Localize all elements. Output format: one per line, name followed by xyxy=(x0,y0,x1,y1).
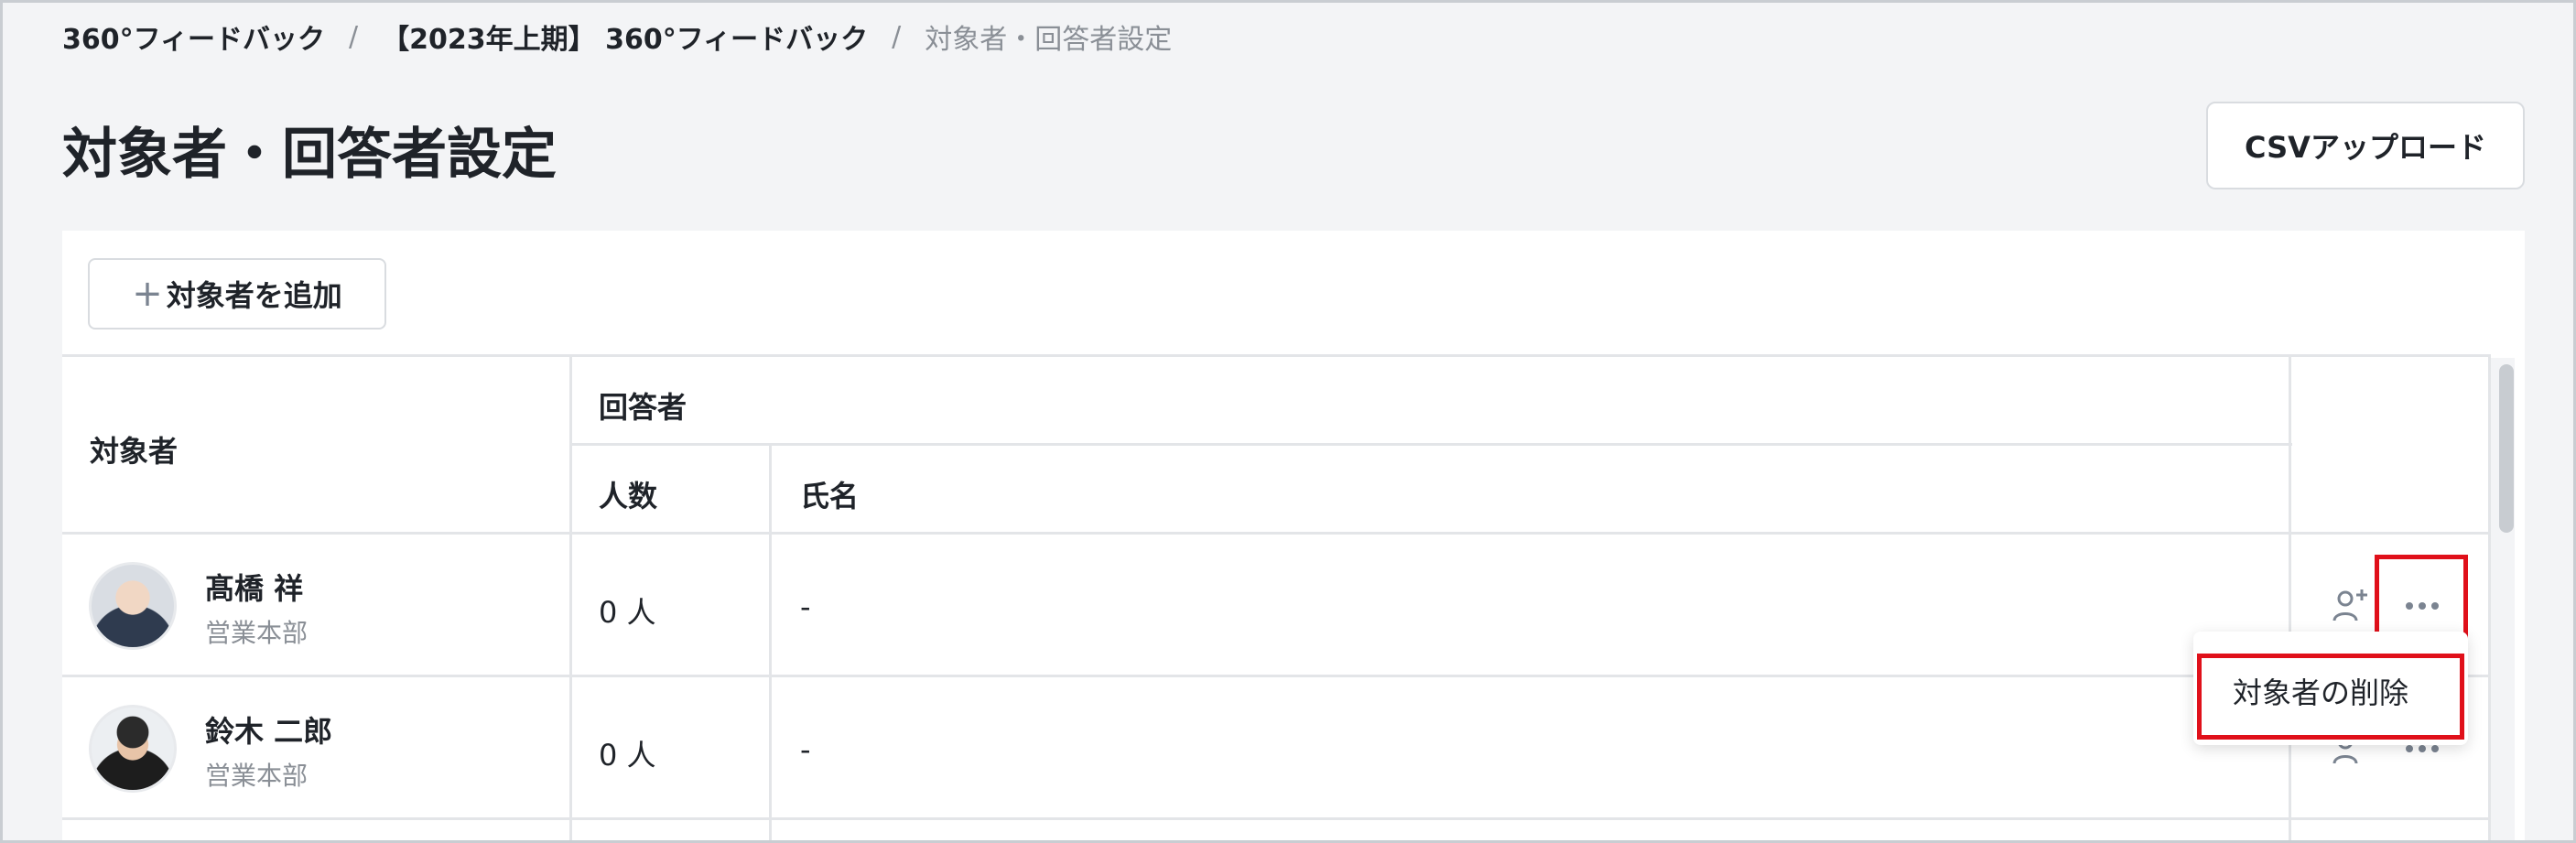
row-divider xyxy=(62,817,2490,820)
column-divider xyxy=(2289,354,2291,843)
respondent-count: 0 人 xyxy=(599,738,656,773)
csv-upload-button[interactable]: CSVアップロード xyxy=(2206,102,2525,189)
breadcrumb-separator: / xyxy=(892,20,902,53)
plus-icon: + xyxy=(132,273,163,315)
respondent-count: 0 人 xyxy=(599,595,656,630)
column-header-names: 氏名 xyxy=(800,479,860,513)
breadcrumb-link-survey[interactable]: 【2023年上期】 360°フィードバック xyxy=(382,16,868,57)
respondent-names: - xyxy=(800,732,811,767)
column-header-count: 人数 xyxy=(599,479,658,513)
target-department: 営業本部 xyxy=(205,618,308,648)
delete-target-menu-item[interactable]: 対象者の削除 xyxy=(2197,654,2464,740)
target-name[interactable]: 髙橋 祥 xyxy=(205,566,303,608)
row-divider xyxy=(62,675,2490,677)
avatar xyxy=(89,705,177,793)
breadcrumb-current: 対象者・回答者設定 xyxy=(925,24,1173,56)
avatar xyxy=(89,562,177,650)
column-divider xyxy=(569,354,572,843)
target-table-card: + 対象者を追加 xyxy=(62,231,2525,843)
target-name[interactable]: 鈴木 二郎 xyxy=(205,708,332,751)
breadcrumb-separator: / xyxy=(349,20,359,53)
breadcrumb: 360°フィードバック / 【2023年上期】 360°フィードバック / 対象… xyxy=(62,16,1172,57)
column-header-respondents: 回答者 xyxy=(599,390,687,425)
respondent-names: - xyxy=(800,589,811,624)
target-department: 営業本部 xyxy=(205,761,308,791)
header-divider xyxy=(569,443,2292,446)
add-target-label: 対象者を追加 xyxy=(166,278,342,313)
add-target-button[interactable]: + 対象者を追加 xyxy=(88,258,386,330)
column-header-target: 対象者 xyxy=(90,434,179,469)
column-divider xyxy=(769,443,772,843)
table-scrollbar-thumb[interactable] xyxy=(2499,364,2514,533)
page-title: 対象者・回答者設定 xyxy=(62,123,557,187)
add-respondent-icon[interactable] xyxy=(2329,584,2373,628)
header-bottom-border xyxy=(62,532,2490,535)
breadcrumb-link-feedback[interactable]: 360°フィードバック xyxy=(62,16,325,57)
table-border-top xyxy=(62,354,2490,357)
